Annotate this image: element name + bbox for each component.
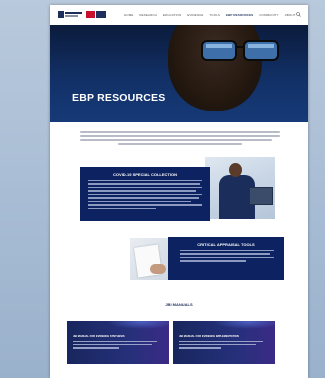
search-icon[interactable] [296, 12, 301, 17]
logo-jbi[interactable] [86, 10, 106, 19]
nav-item-ebp-resources[interactable]: EBP RESOURCES [226, 13, 253, 17]
nav-item-evidence[interactable]: EVIDENCE [187, 13, 203, 17]
manual-title-synthesis[interactable]: JBI MANUAL FOR EVIDENCE SYNTHESIS [73, 335, 165, 338]
nav-item-home[interactable]: HOME [124, 13, 133, 17]
logo-university[interactable] [58, 11, 82, 18]
appraisal-paper-photo [130, 238, 170, 280]
covid-collection-description [88, 180, 202, 211]
manual-description-synthesis [73, 341, 157, 351]
manual-card-synthesis[interactable]: JBI MANUAL FOR EVIDENCE SYNTHESIS [67, 321, 169, 364]
manual-description-implementation [179, 341, 263, 351]
nav-item-research[interactable]: RESEARCH [139, 13, 156, 17]
nav-item-about[interactable]: ABOUT [285, 13, 296, 17]
covid-nurse-photo [205, 157, 275, 219]
intro-paragraph [80, 131, 280, 147]
critical-appraisal-description [180, 250, 274, 264]
covid-collection-title[interactable]: COVID-19 SPECIAL COLLECTION [80, 172, 210, 177]
nav-item-education[interactable]: EDUCATION [163, 13, 181, 17]
manual-title-implementation[interactable]: JBI MANUAL FOR EVIDENCE IMPLEMENTATION [179, 335, 271, 338]
nav-item-community[interactable]: COMMUNITY [259, 13, 278, 17]
web-page: HOME RESEARCH EDUCATION EVIDENCE TOOLS E… [50, 5, 308, 378]
manual-card-implementation[interactable]: JBI MANUAL FOR EVIDENCE IMPLEMENTATION [173, 321, 275, 364]
covid-collection-card[interactable]: COVID-19 SPECIAL COLLECTION [80, 167, 210, 221]
nav-item-tools[interactable]: TOOLS [209, 13, 220, 17]
top-navigation: HOME RESEARCH EDUCATION EVIDENCE TOOLS E… [50, 5, 308, 25]
hero-banner: EBP RESOURCES [50, 25, 308, 122]
nav-menu: HOME RESEARCH EDUCATION EVIDENCE TOOLS E… [124, 5, 296, 25]
jbi-manuals-heading: JBI MANUALS [165, 302, 193, 307]
critical-appraisal-card[interactable]: CRITICAL APPRAISAL TOOLS [168, 237, 284, 280]
critical-appraisal-title[interactable]: CRITICAL APPRAISAL TOOLS [168, 242, 284, 247]
hero-photo-glasses [201, 40, 279, 61]
page-title: EBP RESOURCES [72, 92, 166, 104]
